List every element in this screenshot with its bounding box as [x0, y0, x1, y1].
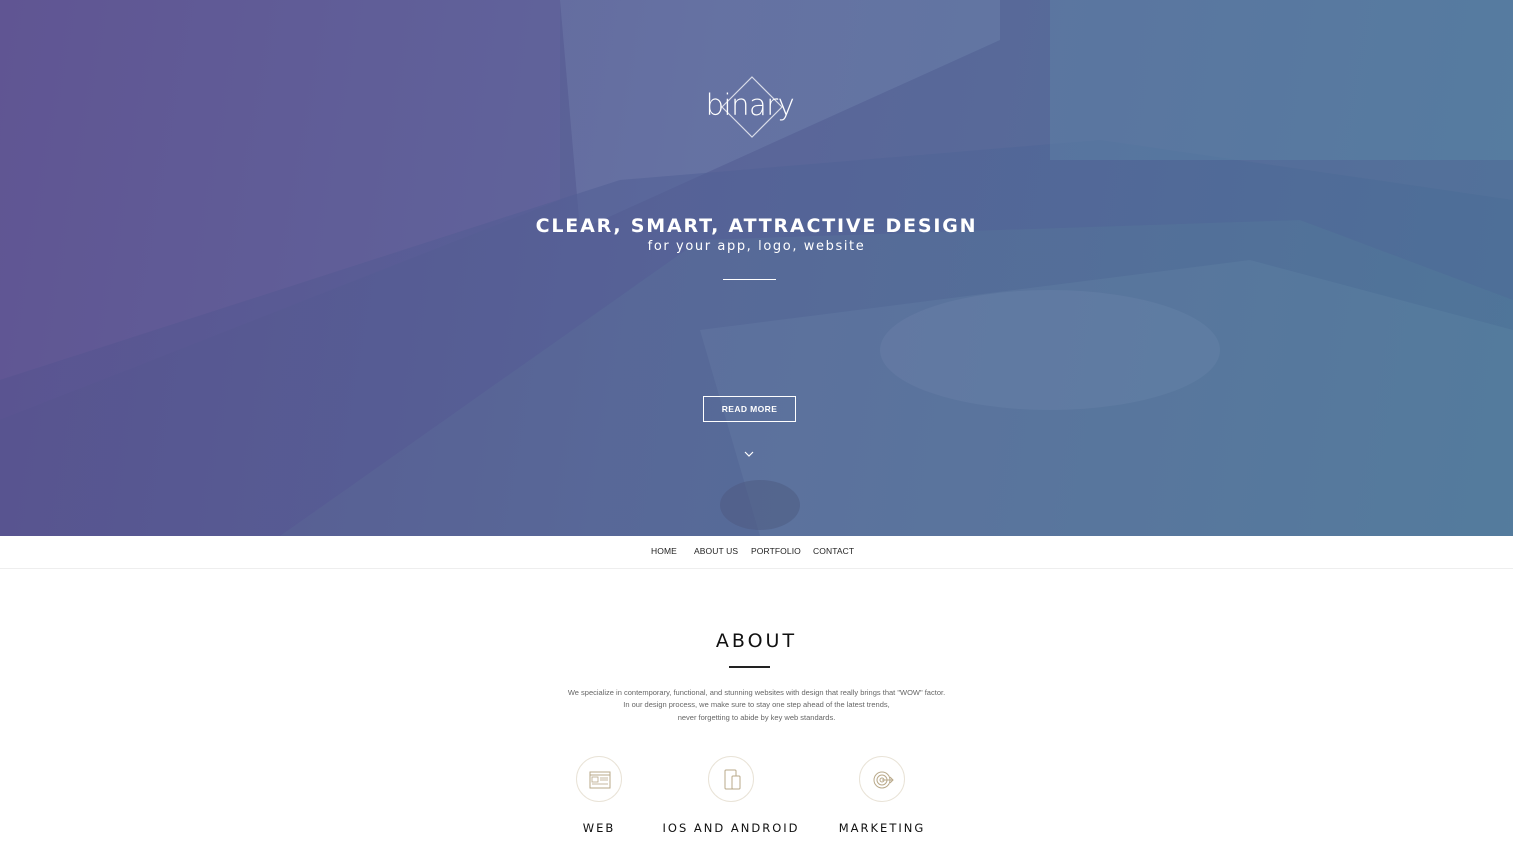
mobile-devices-icon — [724, 769, 741, 790]
hero-section: binary CLEAR, SMART, ATTRACTIVE DESIGN f… — [0, 0, 1513, 536]
about-paragraph-line-2: In our design process, we make sure to s… — [623, 700, 890, 709]
about-heading: ABOUT — [715, 630, 798, 652]
nav-item-contact[interactable]: CONTACT — [813, 546, 854, 556]
chevron-down-icon[interactable] — [743, 449, 755, 459]
marketing-service-badge — [859, 756, 905, 802]
browser-window-icon — [589, 771, 611, 789]
service-label-ios-android: IOS AND ANDROID — [662, 821, 800, 835]
about-paragraph-line-3: never forgetting to abide by key web sta… — [677, 713, 836, 722]
read-more-button[interactable]: READ MORE — [703, 396, 796, 422]
logo-wordmark: binary — [705, 88, 795, 122]
nav-item-portfolio[interactable]: PORTFOLIO — [751, 546, 801, 556]
brand-logo[interactable]: binary — [700, 76, 800, 138]
hero-subheadline: for your app, logo, website — [647, 239, 866, 254]
hero-headline: CLEAR, SMART, ATTRACTIVE DESIGN — [535, 215, 978, 237]
web-service-badge — [576, 756, 622, 802]
target-icon — [873, 771, 894, 789]
nav-item-about-us[interactable]: ABOUT US — [694, 546, 738, 556]
nav-item-home[interactable]: HOME — [651, 546, 677, 556]
main-navigation: HOME ABOUT US PORTFOLIO CONTACT — [0, 536, 1513, 569]
mobile-service-badge — [708, 756, 754, 802]
about-paragraph-line-1: We specialize in contemporary, functiona… — [567, 688, 946, 697]
service-label-marketing: MARKETING — [838, 821, 926, 835]
hero-divider — [723, 279, 776, 280]
about-divider — [729, 666, 770, 668]
service-label-web: WEB — [582, 821, 616, 835]
